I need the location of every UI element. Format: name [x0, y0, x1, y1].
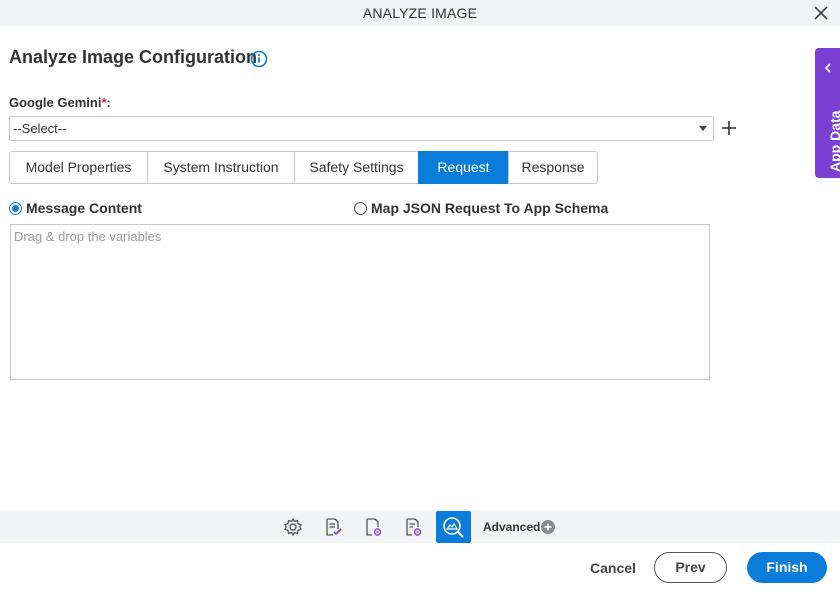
bottom-toolbar: Advanced — [0, 510, 840, 543]
add-icon[interactable] — [721, 120, 737, 136]
label-colon: : — [106, 95, 111, 110]
cancel-button[interactable]: Cancel — [590, 560, 636, 576]
window-title-bar: ANALYZE IMAGE — [0, 0, 840, 26]
chevron-down-icon — [699, 126, 707, 131]
map-json-label: Map JSON Request To App Schema — [371, 200, 609, 216]
message-placeholder: Drag & drop the variables — [14, 229, 162, 244]
prev-button[interactable]: Prev — [654, 552, 727, 583]
finish-button[interactable]: Finish — [747, 552, 827, 583]
message-content-radio[interactable] — [9, 202, 22, 215]
model-label-text: Google Gemini — [9, 95, 102, 110]
gear-icon[interactable] — [279, 513, 307, 541]
config-tabs: Model Properties System Instruction Safe… — [9, 151, 598, 184]
tab-model-properties[interactable]: Model Properties — [9, 151, 148, 184]
info-icon[interactable] — [250, 50, 268, 68]
page-title: Analyze Image Configuration — [9, 47, 258, 67]
app-data-panel-toggle[interactable]: App Data — [815, 48, 840, 178]
document-settings-icon[interactable] — [359, 513, 387, 541]
chevron-left-icon — [823, 60, 833, 73]
model-select-value: --Select-- — [13, 121, 67, 136]
image-search-icon[interactable] — [436, 511, 471, 543]
document-check-icon[interactable] — [319, 513, 347, 541]
tab-request[interactable]: Request — [418, 151, 509, 184]
app-data-label: App Data — [827, 110, 840, 172]
model-select[interactable]: --Select-- — [9, 116, 714, 141]
advanced-toggle[interactable]: Advanced — [483, 520, 540, 534]
map-json-radio[interactable] — [354, 202, 367, 215]
model-field-label: Google Gemini*: — [9, 95, 111, 110]
window-title: ANALYZE IMAGE — [362, 5, 478, 21]
document-gear-icon[interactable] — [399, 513, 427, 541]
message-content-label: Message Content — [26, 200, 142, 216]
tab-response[interactable]: Response — [508, 151, 598, 184]
tab-safety-settings[interactable]: Safety Settings — [294, 151, 419, 184]
plus-circle-icon[interactable] — [541, 520, 555, 534]
tab-system-instruction[interactable]: System Instruction — [147, 151, 295, 184]
close-icon[interactable] — [812, 4, 830, 22]
message-content-input[interactable]: Drag & drop the variables — [10, 224, 710, 380]
